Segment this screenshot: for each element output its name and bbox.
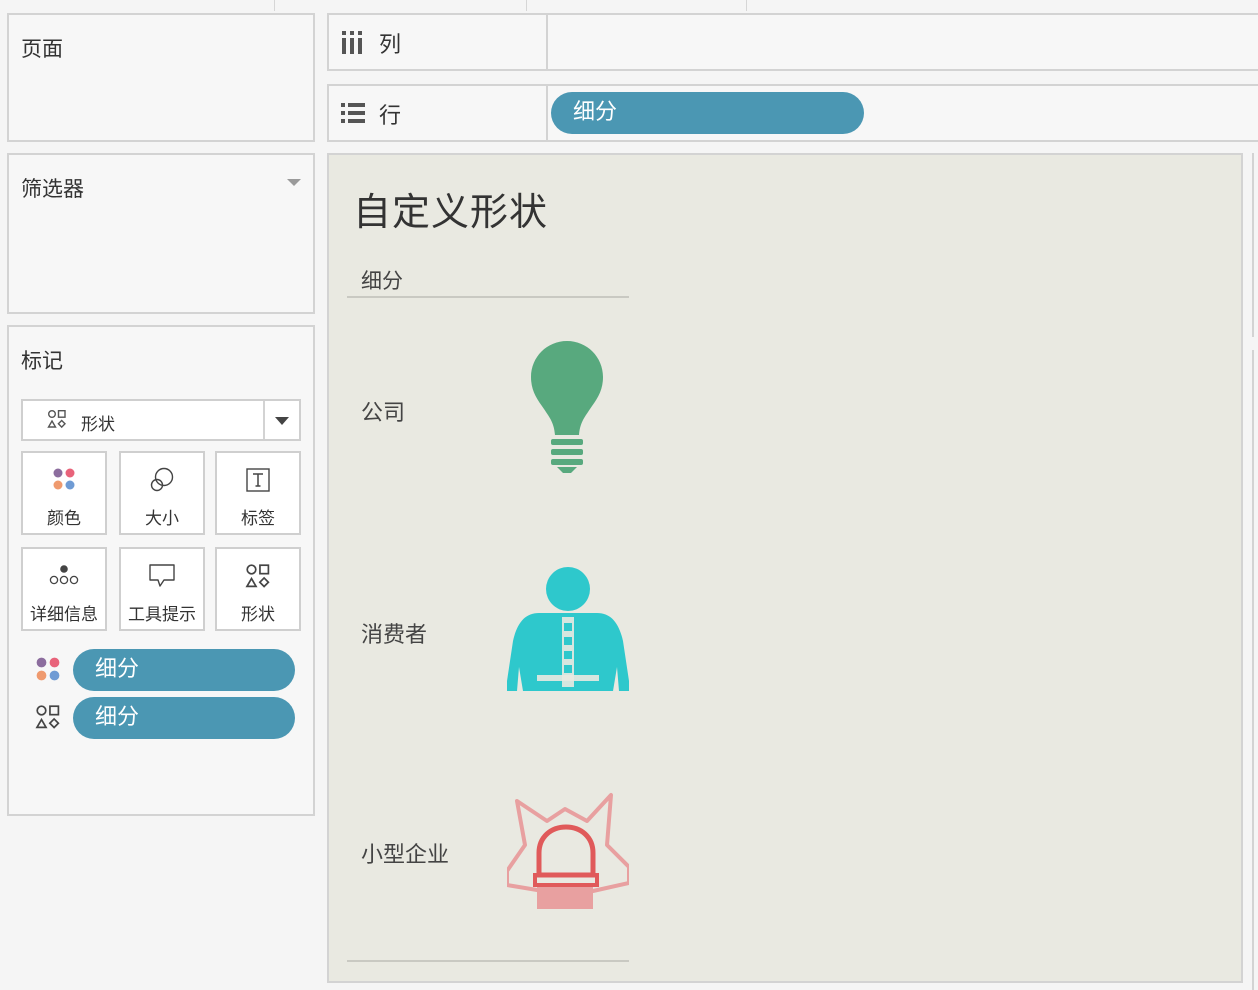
lightbulb-icon[interactable] bbox=[527, 339, 607, 475]
shape-field-pill[interactable]: 细分 bbox=[73, 697, 295, 739]
worksheet-view[interactable]: 自定义形状 细分 公司 消费者 小型企业 bbox=[327, 153, 1243, 983]
detail-button-label: 详细信息 bbox=[30, 605, 98, 625]
pages-title: 页面 bbox=[21, 37, 63, 61]
size-icon bbox=[150, 467, 174, 492]
columns-icon bbox=[342, 31, 362, 54]
divider bbox=[347, 296, 629, 298]
label-button[interactable]: 标签 bbox=[215, 451, 301, 535]
rows-shelf-header: 行 bbox=[329, 86, 548, 140]
filters-title: 筛选器 bbox=[21, 177, 84, 201]
divider bbox=[263, 401, 265, 439]
rows-icon bbox=[341, 103, 365, 123]
mark-type-label: 形状 bbox=[81, 415, 115, 435]
person-icon[interactable] bbox=[507, 567, 629, 693]
rows-label: 行 bbox=[379, 104, 402, 129]
size-button-label: 大小 bbox=[145, 509, 179, 529]
shape-icon bbox=[245, 564, 270, 588]
mark-type-dropdown[interactable]: 形状 bbox=[21, 399, 301, 441]
label-button-label: 标签 bbox=[241, 509, 275, 529]
marks-title: 标记 bbox=[21, 349, 63, 373]
color-dots-icon bbox=[53, 468, 75, 490]
chevron-down-icon[interactable] bbox=[275, 417, 289, 425]
top-toolbar-strip bbox=[0, 0, 1258, 12]
row-label-company[interactable]: 公司 bbox=[361, 395, 405, 427]
shape-mark-icon bbox=[47, 410, 66, 429]
label-icon bbox=[246, 468, 270, 492]
shape-button-label: 形状 bbox=[241, 605, 275, 625]
pages-panel[interactable]: 页面 bbox=[7, 13, 315, 142]
tooltip-button-label: 工具提示 bbox=[128, 605, 196, 625]
shape-encoding-row[interactable]: 细分 bbox=[33, 697, 295, 741]
detail-icon bbox=[49, 565, 79, 585]
columns-shelf[interactable]: 列 bbox=[327, 13, 1258, 71]
tooltip-button[interactable]: 工具提示 bbox=[119, 547, 205, 631]
filters-panel[interactable]: 筛选器 bbox=[7, 153, 315, 314]
color-encoding-row[interactable]: 细分 bbox=[33, 649, 295, 693]
shape-icon bbox=[35, 705, 60, 729]
columns-label: 列 bbox=[379, 33, 402, 58]
right-panel-edge bbox=[1252, 153, 1258, 337]
divider bbox=[526, 0, 527, 11]
marks-card[interactable]: 标记 形状 颜色 大小 标签 详细信息 工具提示 形状 细分 细分 bbox=[7, 325, 315, 816]
row-label-consumer[interactable]: 消费者 bbox=[361, 617, 427, 649]
alarm-light-icon[interactable] bbox=[507, 791, 629, 915]
filters-menu-caret-icon[interactable] bbox=[287, 179, 301, 186]
size-button[interactable]: 大小 bbox=[119, 451, 205, 535]
rows-shelf[interactable]: 行 细分 bbox=[327, 84, 1258, 142]
sheet-title: 自定义形状 bbox=[353, 190, 549, 234]
divider bbox=[347, 960, 629, 962]
row-label-small-business[interactable]: 小型企业 bbox=[361, 837, 449, 869]
color-dots-icon bbox=[36, 657, 60, 681]
color-button[interactable]: 颜色 bbox=[21, 451, 107, 535]
color-button-label: 颜色 bbox=[47, 509, 81, 529]
color-field-pill[interactable]: 细分 bbox=[73, 649, 295, 691]
columns-shelf-header: 列 bbox=[329, 15, 548, 69]
divider bbox=[274, 0, 275, 11]
tooltip-icon bbox=[149, 564, 175, 587]
divider bbox=[746, 0, 747, 11]
row-header-label: 细分 bbox=[361, 269, 403, 293]
detail-button[interactable]: 详细信息 bbox=[21, 547, 107, 631]
shape-button[interactable]: 形状 bbox=[215, 547, 301, 631]
rows-field-pill[interactable]: 细分 bbox=[551, 92, 864, 134]
right-panel-edge bbox=[1252, 350, 1258, 990]
